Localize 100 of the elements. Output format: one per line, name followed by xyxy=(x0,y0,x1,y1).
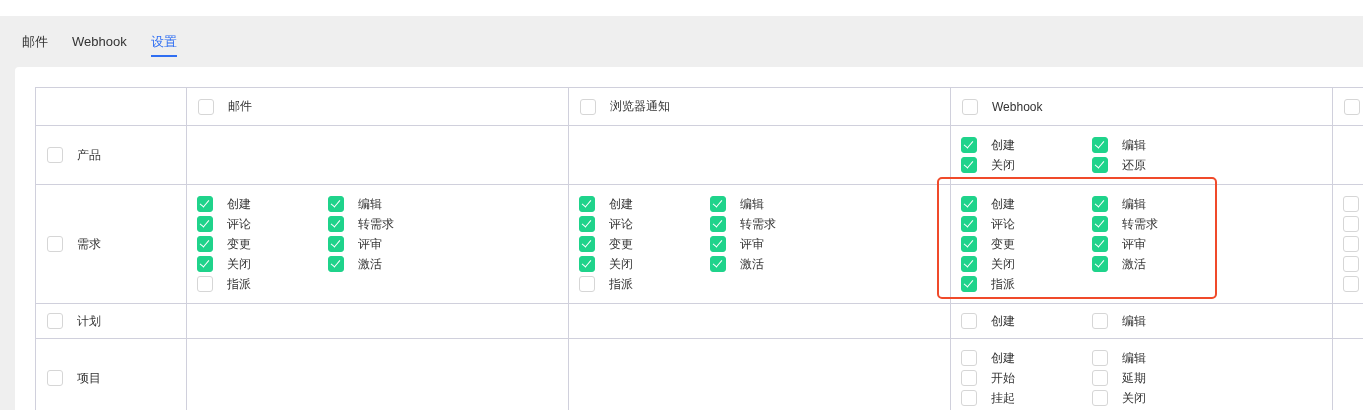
checkbox[interactable] xyxy=(1092,216,1108,232)
checkbox[interactable] xyxy=(197,196,213,212)
tab[interactable]: Webhook xyxy=(72,33,127,57)
checkbox[interactable] xyxy=(328,216,344,232)
checkbox[interactable] xyxy=(1092,256,1108,272)
checkbox[interactable] xyxy=(197,256,213,272)
checkbox[interactable] xyxy=(47,236,63,252)
checkbox-label: 变更 xyxy=(227,235,251,253)
checkbox[interactable] xyxy=(710,236,726,252)
checkbox[interactable] xyxy=(961,157,977,173)
checkbox-label: 延期 xyxy=(1122,369,1146,387)
checkbox[interactable] xyxy=(579,236,595,252)
checkbox-label: 创建 xyxy=(991,136,1015,154)
checkbox[interactable] xyxy=(47,147,63,163)
checkbox-label: 评审 xyxy=(358,235,382,253)
checkbox[interactable] xyxy=(197,216,213,232)
checkbox-label: Webhook xyxy=(992,99,1043,114)
checkbox[interactable] xyxy=(1092,137,1108,153)
checkbox[interactable] xyxy=(1343,276,1359,292)
checkbox-label: 评论 xyxy=(991,215,1015,233)
checkbox[interactable] xyxy=(47,370,63,386)
checkbox-label: 项目 xyxy=(77,369,101,387)
checkbox[interactable] xyxy=(1344,98,1360,115)
checkbox[interactable] xyxy=(961,216,977,232)
checkbox-label: 激活 xyxy=(740,255,764,273)
checkbox[interactable] xyxy=(579,196,595,212)
checkbox-label: 转需求 xyxy=(1122,215,1158,233)
checkbox[interactable] xyxy=(197,276,213,292)
checkbox[interactable] xyxy=(1092,390,1108,406)
checkbox[interactable] xyxy=(47,313,63,329)
checkbox[interactable] xyxy=(579,276,595,292)
checkbox-label: 转需求 xyxy=(740,215,776,233)
checkbox[interactable] xyxy=(1343,216,1359,232)
checkbox[interactable] xyxy=(198,98,214,115)
checkbox[interactable] xyxy=(328,236,344,252)
checkbox-label: 指派 xyxy=(609,275,633,293)
checkbox[interactable] xyxy=(1343,256,1359,272)
checkbox[interactable] xyxy=(328,196,344,212)
checkbox[interactable] xyxy=(1092,350,1108,366)
checkbox[interactable] xyxy=(961,196,977,212)
tab[interactable]: 邮件 xyxy=(22,33,48,57)
checkbox-label: 关闭 xyxy=(1122,389,1146,407)
checkbox[interactable] xyxy=(1092,236,1108,252)
checkbox-label: 指派 xyxy=(227,275,251,293)
tab[interactable]: 设置 xyxy=(150,33,177,57)
checkbox-label: 变更 xyxy=(991,235,1015,253)
checkbox-label: 关闭 xyxy=(609,255,633,273)
checkbox[interactable] xyxy=(961,137,977,153)
checkbox-label: 编辑 xyxy=(1122,349,1146,367)
checkbox-label: 创建 xyxy=(991,312,1015,330)
checkbox-label: 评论 xyxy=(609,215,633,233)
checkbox-label: 编辑 xyxy=(740,195,764,213)
checkbox-label: 浏览器通知 xyxy=(610,98,670,115)
checkbox[interactable] xyxy=(961,370,977,386)
checkbox[interactable] xyxy=(710,256,726,272)
checkbox[interactable] xyxy=(1343,196,1359,212)
checkbox[interactable] xyxy=(710,196,726,212)
checkbox[interactable] xyxy=(579,256,595,272)
checkbox-label: 激活 xyxy=(1122,255,1146,273)
checkbox-label: 开始 xyxy=(991,369,1015,387)
checkbox-label: 激活 xyxy=(358,255,382,273)
checkbox-label: 创建 xyxy=(991,349,1015,367)
checkbox[interactable] xyxy=(961,313,977,329)
checkbox[interactable] xyxy=(1092,157,1108,173)
checkbox[interactable] xyxy=(328,256,344,272)
checkbox[interactable] xyxy=(580,98,596,115)
checkbox[interactable] xyxy=(962,98,978,115)
checkbox-label: 指派 xyxy=(991,275,1015,293)
checkbox-label: 编辑 xyxy=(1122,195,1146,213)
checkbox-label: 编辑 xyxy=(1122,312,1146,330)
checkbox-label: 挂起 xyxy=(991,389,1015,407)
checkbox-label: 创建 xyxy=(991,195,1015,213)
checkbox[interactable] xyxy=(710,216,726,232)
checkbox-label: 关闭 xyxy=(991,156,1015,174)
checkbox-label: 需求 xyxy=(77,235,101,253)
checkbox-label: 关闭 xyxy=(991,255,1015,273)
checkbox[interactable] xyxy=(1092,313,1108,329)
checkbox[interactable] xyxy=(1092,196,1108,212)
checkbox[interactable] xyxy=(1092,370,1108,386)
checkbox-label: 创建 xyxy=(227,195,251,213)
checkbox-label: 产品 xyxy=(77,146,101,164)
checkbox[interactable] xyxy=(961,390,977,406)
checkbox-label: 评审 xyxy=(740,235,764,253)
checkbox[interactable] xyxy=(961,236,977,252)
checkbox[interactable] xyxy=(197,236,213,252)
checkbox-label: 编辑 xyxy=(358,195,382,213)
checkbox-label: 关闭 xyxy=(227,255,251,273)
checkbox[interactable] xyxy=(1343,236,1359,252)
checkbox-label: 计划 xyxy=(77,312,101,330)
checkbox-label: 变更 xyxy=(609,235,633,253)
checkbox-label: 邮件 xyxy=(228,98,252,115)
checkbox[interactable] xyxy=(961,276,977,292)
checkbox-label: 编辑 xyxy=(1122,136,1146,154)
checkbox-label: 评论 xyxy=(227,215,251,233)
checkbox[interactable] xyxy=(961,256,977,272)
checkbox-label: 评审 xyxy=(1122,235,1146,253)
checkbox-label: 还原 xyxy=(1122,156,1146,174)
checkbox[interactable] xyxy=(579,216,595,232)
checkbox[interactable] xyxy=(961,350,977,366)
checkbox-label: 转需求 xyxy=(358,215,394,233)
